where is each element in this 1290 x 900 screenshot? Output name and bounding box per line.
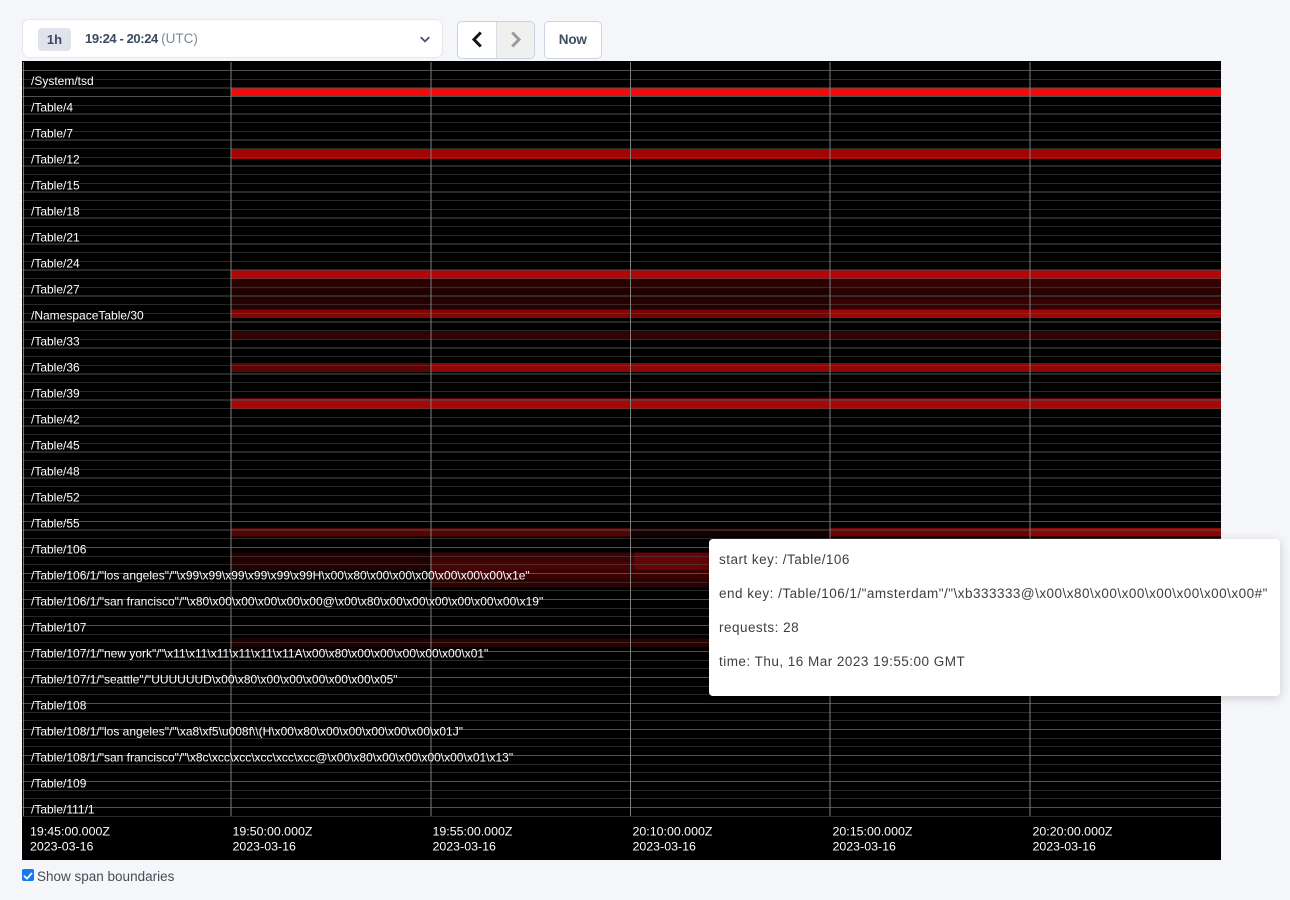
svg-text:2023-03-16: 2023-03-16 — [833, 840, 896, 854]
svg-text:/Table/18: /Table/18 — [31, 204, 80, 218]
svg-text:19:45:00.000Z: 19:45:00.000Z — [30, 825, 110, 839]
svg-text:/System/tsd: /System/tsd — [31, 74, 94, 88]
svg-text:/Table/108/1/"san francisco"/": /Table/108/1/"san francisco"/"\x8c\xcc\x… — [31, 751, 513, 765]
svg-text:/Table/36: /Table/36 — [31, 360, 80, 374]
svg-text:2023-03-16: 2023-03-16 — [1033, 840, 1096, 854]
svg-text:/NamespaceTable/30: /NamespaceTable/30 — [31, 308, 144, 322]
svg-text:20:15:00.000Z: 20:15:00.000Z — [833, 825, 913, 839]
svg-text:2023-03-16: 2023-03-16 — [633, 840, 696, 854]
svg-text:/Table/48: /Table/48 — [31, 464, 80, 478]
svg-text:2023-03-16: 2023-03-16 — [433, 840, 496, 854]
svg-text:/Table/7: /Table/7 — [31, 126, 73, 140]
svg-text:/Table/109: /Table/109 — [31, 777, 87, 791]
svg-text:19:50:00.000Z: 19:50:00.000Z — [233, 825, 313, 839]
svg-text:/Table/45: /Table/45 — [31, 438, 80, 452]
svg-text:/Table/107/1/"seattle"/"UUUUUU: /Table/107/1/"seattle"/"UUUUUUD\x00\x80\… — [31, 672, 398, 686]
svg-text:/Table/27: /Table/27 — [31, 282, 80, 296]
svg-text:2023-03-16: 2023-03-16 — [30, 840, 93, 854]
svg-text:/Table/4: /Table/4 — [31, 100, 73, 114]
svg-text:/Table/108/1/"los angeles"/"\x: /Table/108/1/"los angeles"/"\xa8\xf5\u00… — [31, 724, 463, 738]
svg-text:20:10:00.000Z: 20:10:00.000Z — [633, 825, 713, 839]
svg-text:/Table/52: /Table/52 — [31, 490, 80, 504]
svg-text:/Table/15: /Table/15 — [31, 178, 80, 192]
svg-text:/Table/12: /Table/12 — [31, 152, 80, 166]
svg-text:/Table/106/1/"san francisco"/": /Table/106/1/"san francisco"/"\x80\x00\x… — [31, 594, 543, 608]
svg-text:/Table/24: /Table/24 — [31, 256, 80, 270]
svg-text:/Table/21: /Table/21 — [31, 230, 80, 244]
svg-text:/Table/108: /Table/108 — [31, 698, 87, 712]
svg-text:/Table/107: /Table/107 — [31, 620, 87, 634]
svg-text:/Table/106/1/"los angeles"/"\x: /Table/106/1/"los angeles"/"\x99\x99\x99… — [31, 568, 530, 582]
svg-text:/Table/106: /Table/106 — [31, 542, 87, 556]
svg-text:/Table/111/1: /Table/111/1 — [31, 803, 95, 817]
svg-text:/Table/55: /Table/55 — [31, 516, 80, 530]
svg-text:/Table/42: /Table/42 — [31, 412, 80, 426]
svg-text:20:20:00.000Z: 20:20:00.000Z — [1033, 825, 1113, 839]
svg-text:2023-03-16: 2023-03-16 — [233, 840, 296, 854]
svg-text:19:55:00.000Z: 19:55:00.000Z — [433, 825, 513, 839]
svg-text:/Table/39: /Table/39 — [31, 386, 80, 400]
svg-text:/Table/107/1/"new york"/"\x11\: /Table/107/1/"new york"/"\x11\x11\x11\x1… — [31, 646, 488, 660]
svg-text:/Table/33: /Table/33 — [31, 334, 80, 348]
